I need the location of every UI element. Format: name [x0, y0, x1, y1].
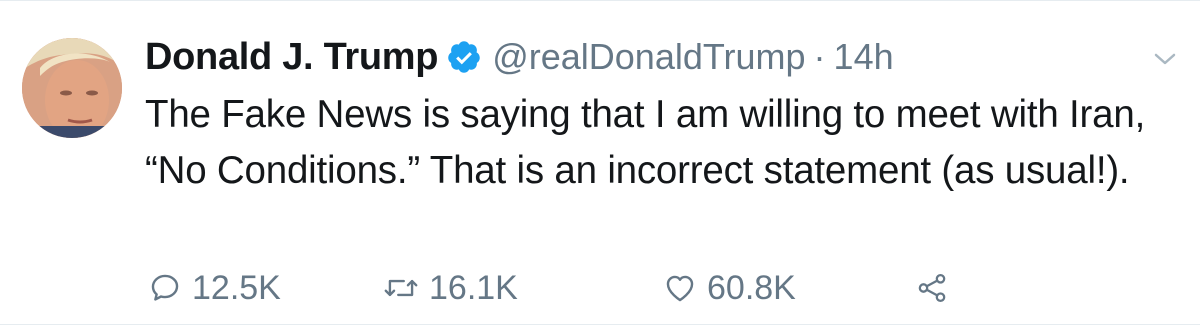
- retweet-button[interactable]: 16.1K: [383, 263, 518, 313]
- separator-dot: ·: [813, 36, 826, 77]
- tweet-card[interactable]: Donald J. Trump @realDonaldTrump · 14h T…: [0, 0, 1200, 325]
- tweet-actions: 12.5K 16.1K 60.8K: [145, 263, 1145, 313]
- author-name[interactable]: Donald J. Trump: [145, 36, 439, 79]
- share-icon: [918, 273, 946, 303]
- retweet-icon: [384, 279, 418, 297]
- like-button[interactable]: 60.8K: [663, 263, 796, 313]
- tweet-header: Donald J. Trump @realDonaldTrump · 14h: [145, 31, 894, 83]
- tweet-timestamp[interactable]: 14h: [834, 36, 894, 78]
- avatar-image: [22, 38, 122, 138]
- retweet-count: 16.1K: [429, 268, 518, 307]
- share-button[interactable]: [915, 263, 959, 313]
- reply-button[interactable]: 12.5K: [148, 263, 281, 313]
- heart-icon: [666, 275, 694, 302]
- chevron-down-icon[interactable]: [1152, 49, 1178, 69]
- like-count: 60.8K: [707, 268, 796, 307]
- verified-badge-icon: [446, 39, 482, 75]
- author-handle[interactable]: @realDonaldTrump: [492, 36, 805, 78]
- avatar[interactable]: [22, 38, 122, 138]
- reply-count: 12.5K: [192, 268, 281, 307]
- reply-icon: [151, 274, 179, 301]
- tweet-text: The Fake News is saying that I am willin…: [145, 93, 1146, 192]
